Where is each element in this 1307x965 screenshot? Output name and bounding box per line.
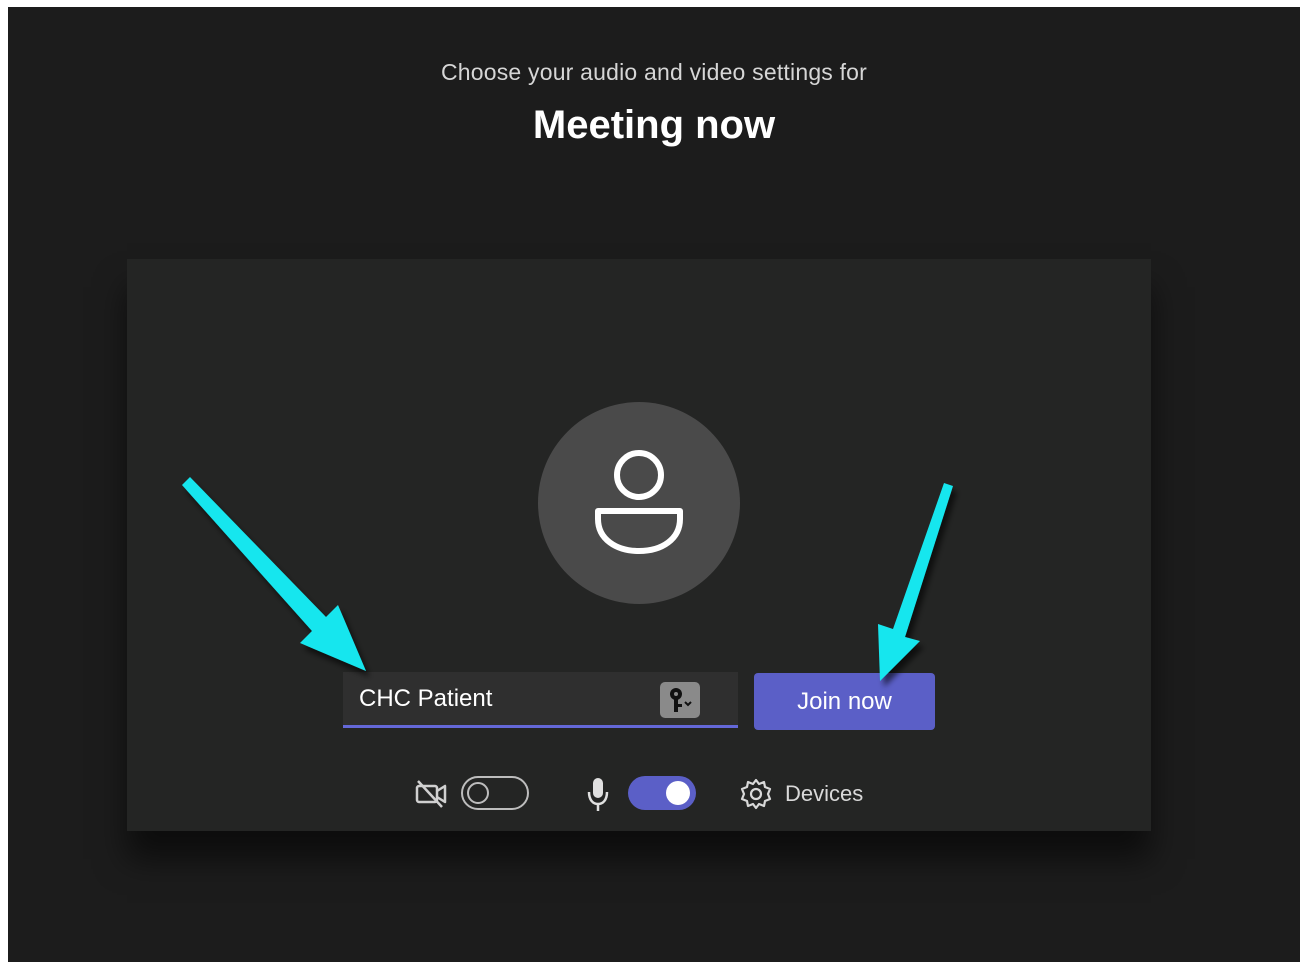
person-icon [595, 450, 683, 554]
camera-toggle[interactable] [461, 776, 529, 810]
video-preview-panel: Join now Device [127, 259, 1151, 831]
devices-button[interactable]: Devices [739, 776, 863, 812]
meeting-prejoin-screen: Choose your audio and video settings for… [8, 7, 1300, 962]
gear-icon [740, 778, 772, 810]
name-field[interactable] [343, 672, 738, 728]
devices-label: Devices [785, 781, 864, 806]
name-input[interactable] [359, 672, 649, 725]
microphone-toggle[interactable] [628, 776, 696, 810]
media-controls: Devices [127, 764, 1151, 824]
microphone-icon[interactable] [585, 776, 611, 814]
camera-off-icon[interactable] [414, 778, 448, 810]
key-button[interactable] [660, 682, 700, 718]
page-title: Meeting now [532, 103, 776, 147]
join-now-button[interactable]: Join now [754, 673, 935, 730]
avatar [538, 402, 740, 604]
page-subtitle: Choose your audio and video settings for [440, 59, 868, 85]
key-icon [670, 688, 692, 712]
